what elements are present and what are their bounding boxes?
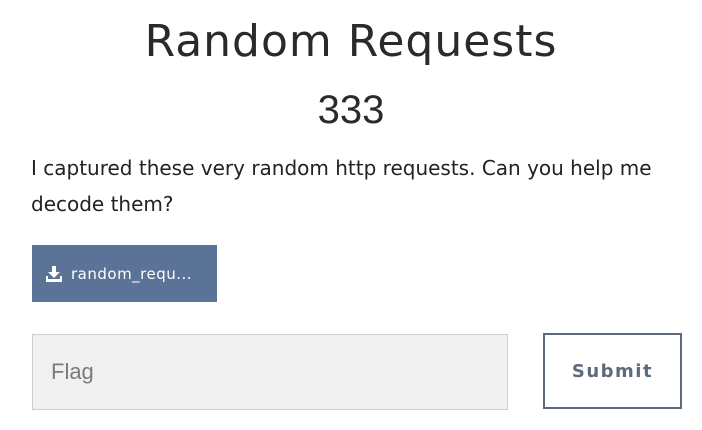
challenge-points: 333 xyxy=(317,88,385,132)
challenge-description: I captured these very random http reques… xyxy=(31,156,652,216)
submit-button[interactable]: Submit xyxy=(543,333,682,409)
download-icon xyxy=(44,264,64,284)
challenge-title: Random Requests xyxy=(144,16,558,67)
attachment-filename: random_requ... xyxy=(71,264,193,283)
challenge-page: Random Requests 333 I captured these ver… xyxy=(0,0,702,430)
flag-input[interactable] xyxy=(32,334,508,410)
download-attachment-button[interactable]: random_requ... xyxy=(32,245,217,302)
